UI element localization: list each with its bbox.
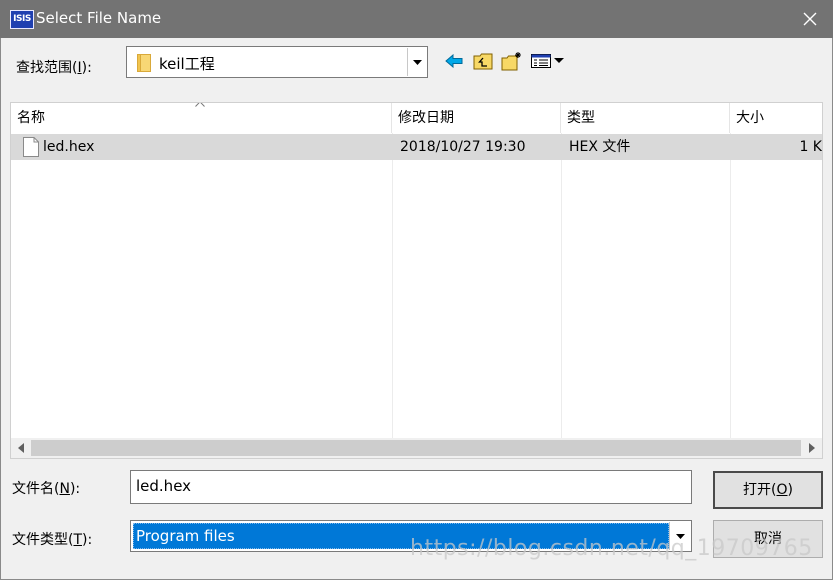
scroll-right-button[interactable] xyxy=(802,438,822,458)
look-in-dropdown-button[interactable] xyxy=(407,48,426,76)
app-icon: ISIS xyxy=(10,10,34,29)
window-frame-left xyxy=(0,38,1,580)
column-header-type[interactable]: 类型 xyxy=(561,103,730,133)
file-row[interactable]: led.hex 2018/10/27 19:30 HEX 文件 1 K xyxy=(11,134,822,160)
scroll-thumb[interactable] xyxy=(31,440,801,456)
column-divider xyxy=(730,133,731,439)
file-name-cell: led.hex xyxy=(43,139,95,155)
view-menu-button[interactable] xyxy=(530,50,566,72)
file-type-label: 文件类型(T): xyxy=(12,532,93,548)
look-in-combo[interactable]: keil工程 xyxy=(126,46,428,78)
column-divider xyxy=(561,133,562,439)
watermark: https://blog.csdn.net/qq_19709765 xyxy=(410,536,813,561)
file-size-cell: 1 K xyxy=(799,139,822,155)
back-arrow-icon xyxy=(445,54,463,68)
chevron-down-icon xyxy=(412,59,422,65)
column-header-name[interactable]: 名称 xyxy=(11,103,392,133)
file-name-value: led.hex xyxy=(136,477,192,495)
new-folder-icon xyxy=(501,52,521,71)
open-button[interactable]: 打开(O) xyxy=(713,471,823,509)
column-header-modified[interactable]: 修改日期 xyxy=(392,103,561,133)
chevron-left-icon xyxy=(18,443,24,453)
file-list[interactable]: 名称 修改日期 类型 大小 led.hex 2018/10/27 19:30 H… xyxy=(10,102,823,459)
up-folder-icon xyxy=(473,53,493,70)
horizontal-scrollbar[interactable] xyxy=(11,438,822,458)
view-menu-icon xyxy=(531,54,564,68)
chevron-right-icon xyxy=(809,443,815,453)
column-divider xyxy=(392,133,393,439)
file-name-label: 文件名(N): xyxy=(12,481,81,497)
file-name-input[interactable]: led.hex xyxy=(130,470,692,504)
window-title: Select File Name xyxy=(36,9,162,27)
scroll-left-button[interactable] xyxy=(11,438,31,458)
file-type-cell: HEX 文件 xyxy=(569,139,631,155)
folder-icon xyxy=(137,54,151,72)
new-folder-button[interactable] xyxy=(500,50,524,72)
sort-ascending-icon xyxy=(195,103,205,107)
look-in-label: 查找范围(I): xyxy=(16,60,92,76)
back-button[interactable] xyxy=(444,50,464,72)
title-bar[interactable]: ISIS Select File Name xyxy=(0,0,833,38)
up-folder-button[interactable] xyxy=(472,50,494,72)
close-button[interactable] xyxy=(787,0,833,38)
close-icon xyxy=(803,12,817,26)
look-in-value: keil工程 xyxy=(159,55,215,73)
file-modified-cell: 2018/10/27 19:30 xyxy=(400,139,526,155)
file-icon xyxy=(23,137,39,157)
column-header-size[interactable]: 大小 xyxy=(730,103,822,133)
